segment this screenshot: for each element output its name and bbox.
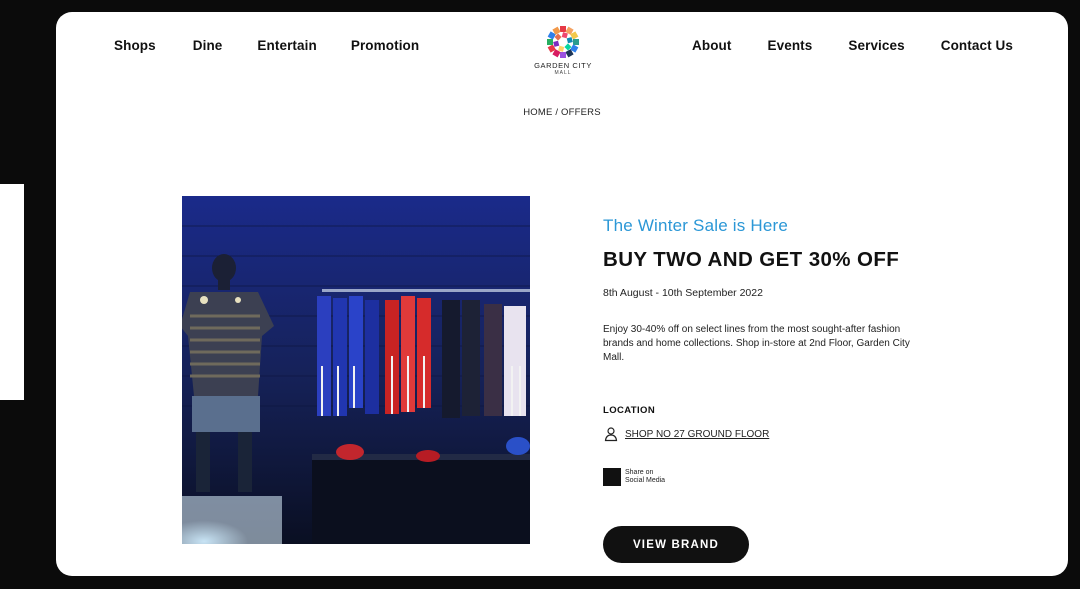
location-link[interactable]: SHOP NO 27 GROUND FLOOR <box>625 429 769 440</box>
logo-name: GARDEN CITY <box>534 61 592 70</box>
nav-events[interactable]: Events <box>768 38 813 53</box>
breadcrumb-current: OFFERS <box>561 107 601 118</box>
nav-entertain[interactable]: Entertain <box>257 38 316 53</box>
nav-shops[interactable]: Shops <box>114 38 156 53</box>
breadcrumb-home[interactable]: HOME <box>523 107 552 118</box>
nav-right: About Events Services Contact Us <box>692 38 1013 53</box>
offer-description: Enjoy 30-40% off on select lines from th… <box>603 324 910 363</box>
logo-sub: MALL <box>554 70 572 76</box>
nav-left: Shops Dine Entertain Promotion <box>114 38 419 53</box>
breadcrumb: HOME / OFFERS <box>56 107 1068 118</box>
nav-about[interactable]: About <box>692 38 731 53</box>
view-brand-button[interactable]: VIEW BRAND <box>603 526 749 563</box>
offer-title: BUY TWO AND GET 30% OFF <box>603 248 900 271</box>
nav-promotion[interactable]: Promotion <box>351 38 419 53</box>
nav-dine[interactable]: Dine <box>193 38 223 53</box>
side-panel <box>0 184 24 400</box>
nav-services[interactable]: Services <box>848 38 904 53</box>
location-label: LOCATION <box>603 405 656 416</box>
logo-mark <box>547 26 579 58</box>
store-scene-illustration <box>182 196 530 544</box>
location-row: SHOP NO 27 GROUND FLOOR <box>603 426 933 442</box>
share-line-1: Share on <box>625 469 654 476</box>
share-text: Share on Social Media <box>625 469 665 485</box>
garden-city-logo[interactable]: GARDEN CITY MALL <box>528 24 598 82</box>
share-line-2: Social Media <box>625 477 666 484</box>
offer-details: The Winter Sale is Here BUY TWO AND GET … <box>603 216 933 563</box>
person-pin-icon <box>604 427 618 442</box>
offer-image <box>182 196 530 544</box>
offer-kicker: The Winter Sale is Here <box>603 216 789 235</box>
breadcrumb-separator: / <box>555 107 559 118</box>
nav-contact-us[interactable]: Contact Us <box>941 38 1013 53</box>
share-icon <box>603 468 621 486</box>
offer-dates: 8th August - 10th September 2022 <box>603 287 763 299</box>
browser-frame: Shops Dine Entertain Promotion GARDEN CI… <box>56 12 1068 576</box>
share-social-media[interactable]: Share on Social Media <box>603 468 933 486</box>
